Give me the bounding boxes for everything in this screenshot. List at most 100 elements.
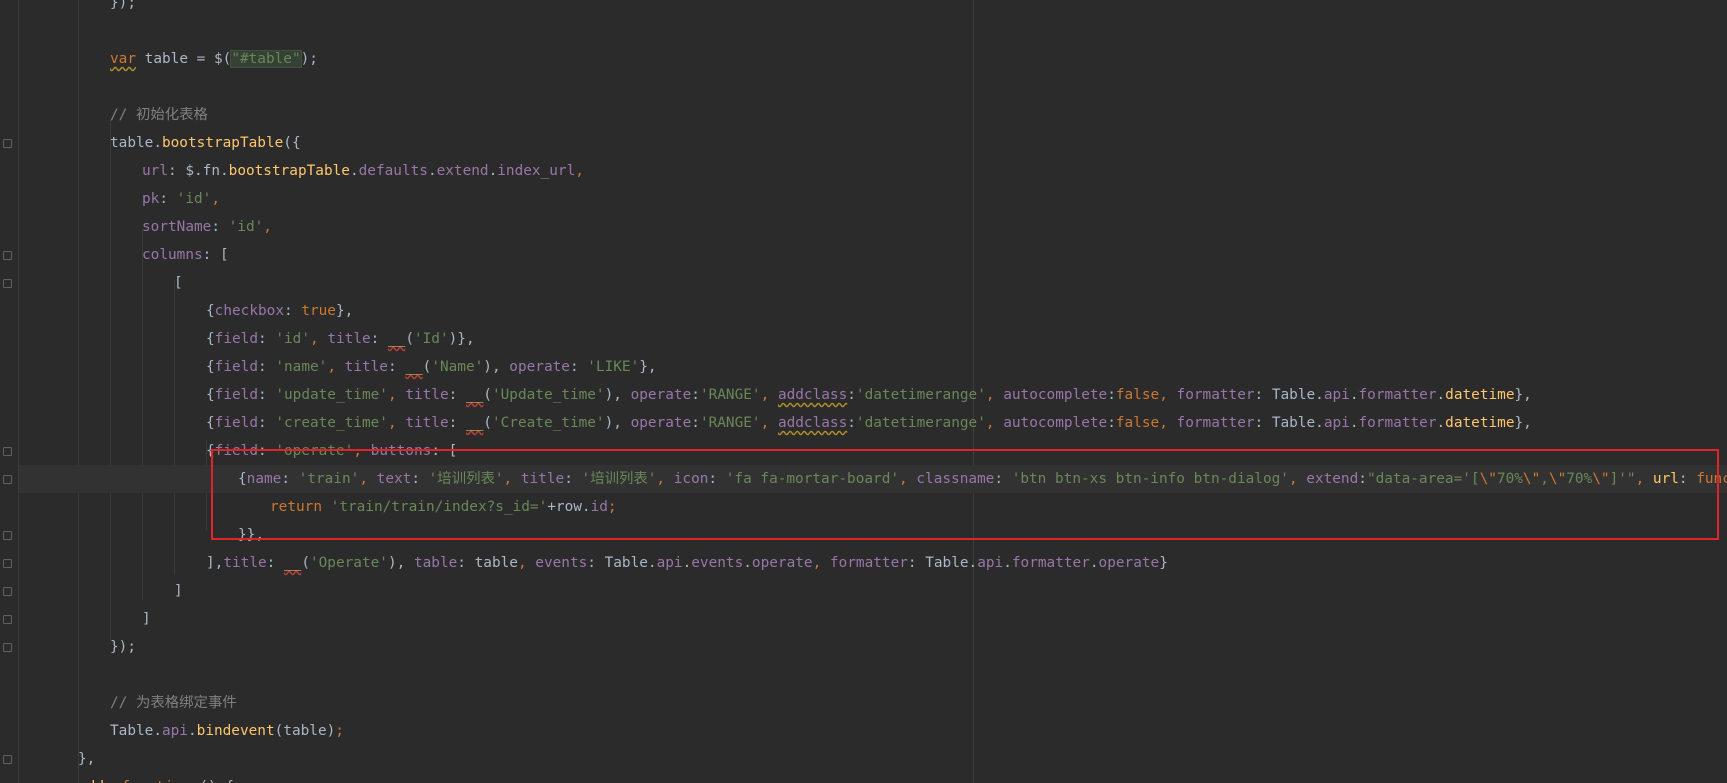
code-token: events — [535, 555, 588, 571]
code-token: , — [1540, 471, 1549, 487]
code-token: false — [1115, 387, 1160, 403]
code-token: , — [327, 359, 336, 375]
fold-marker-icon[interactable] — [3, 615, 12, 624]
code-token: . — [1089, 555, 1099, 571]
indent-guide-line — [78, 0, 79, 783]
code-token: : — [448, 387, 466, 403]
code-token: icon — [673, 471, 709, 487]
code-token: : — [370, 331, 388, 347]
fold-marker-icon[interactable] — [3, 447, 12, 456]
code-token: : — [994, 471, 1012, 487]
fold-marker-icon[interactable] — [3, 139, 12, 148]
code-token: { — [206, 387, 215, 403]
code-token: }}, — [238, 527, 264, 543]
code-token: : — [258, 359, 276, 375]
code-token: ] — [174, 583, 183, 599]
code-token: title — [223, 555, 267, 571]
code-token: , — [899, 471, 908, 487]
code-token: classname — [916, 471, 995, 487]
code-token: } — [1159, 555, 1168, 571]
code-token: events — [691, 555, 744, 571]
code-token: , — [359, 471, 368, 487]
fold-marker-icon[interactable] — [3, 559, 12, 568]
code-token: return — [270, 499, 322, 515]
code-token: 'datetimerange' — [855, 387, 986, 403]
code-token: : — [1678, 471, 1697, 487]
code-token: ), — [604, 415, 631, 431]
fold-marker-icon[interactable] — [3, 755, 12, 764]
code-token: ( — [301, 555, 310, 571]
code-token: , — [353, 443, 362, 459]
fold-marker-icon[interactable] — [3, 531, 12, 540]
code-token: extend — [1306, 471, 1359, 487]
code-token: var — [110, 51, 136, 67]
code-token: text — [376, 471, 412, 487]
editor-gutter[interactable] — [0, 0, 19, 783]
code-token: 'Create_time' — [491, 415, 605, 431]
code-token: __ — [465, 415, 484, 431]
code-token: 'Id' — [413, 331, 449, 347]
code-token: name — [246, 471, 282, 487]
code-token: index_url — [497, 163, 576, 179]
code-token: formatter — [1358, 387, 1437, 403]
code-token: , — [656, 471, 666, 487]
code-token: 70% — [1496, 471, 1523, 487]
code-token: addclass — [777, 387, 848, 403]
code-token: __ — [405, 359, 423, 375]
code-token: { — [206, 331, 215, 347]
code-token: , — [1288, 471, 1298, 487]
code-token: \" — [1548, 471, 1567, 487]
code-line[interactable]: {name: 'train', text: '培训列表', title: '培训… — [19, 465, 1727, 493]
code-token: extend — [436, 163, 489, 179]
fold-marker-icon[interactable] — [3, 643, 12, 652]
code-token: }, — [78, 751, 96, 767]
code-token: +row. — [547, 499, 591, 515]
code-token: : — [847, 415, 856, 431]
code-token: : — [387, 359, 406, 375]
code-token: . — [349, 163, 359, 179]
code-token: : Table. — [907, 555, 978, 571]
code-token: , — [503, 471, 513, 487]
code-token: "data-area='[ — [1366, 471, 1480, 487]
code-token: formatter — [829, 555, 908, 571]
code-editor[interactable]: }); var table = $("#table"); // 初始化表格 table… — [0, 0, 1727, 783]
code-token: . — [743, 555, 752, 571]
code-token: : — [569, 359, 588, 375]
code-token: 'LIKE' — [587, 359, 640, 375]
code-token: : — [411, 471, 429, 487]
code-token: : — [691, 415, 700, 431]
code-token: 'id' — [275, 331, 310, 347]
code-token: : Table. — [1254, 415, 1324, 431]
code-token: operate — [630, 387, 692, 403]
code-token: field — [214, 415, 258, 431]
code-token: ]'" — [1609, 471, 1636, 487]
code-token: }, — [639, 359, 657, 375]
code-token: 'name' — [275, 359, 328, 375]
code-token: , — [812, 555, 822, 571]
code-token: }, — [1514, 415, 1532, 431]
fold-marker-icon[interactable] — [3, 279, 12, 288]
code-token: : — [266, 555, 284, 571]
code-token: . — [682, 555, 692, 571]
code-token: }); — [110, 639, 136, 655]
code-token: autocomplete — [1003, 387, 1108, 403]
code-token: 'create_time' — [275, 415, 388, 431]
code-token: true — [301, 303, 336, 319]
code-token: : — [847, 387, 856, 403]
code-token: ; — [607, 499, 617, 515]
code-token: bootstrapTable — [228, 163, 350, 179]
code-token: operate — [751, 555, 813, 571]
code-token: sortName — [142, 219, 212, 235]
fold-marker-icon[interactable] — [3, 587, 12, 596]
code-token: , — [309, 331, 319, 347]
code-token: api — [656, 555, 683, 571]
fold-marker-icon[interactable] — [3, 251, 12, 260]
fold-marker-icon[interactable] — [3, 475, 12, 484]
code-token: id — [590, 499, 608, 515]
